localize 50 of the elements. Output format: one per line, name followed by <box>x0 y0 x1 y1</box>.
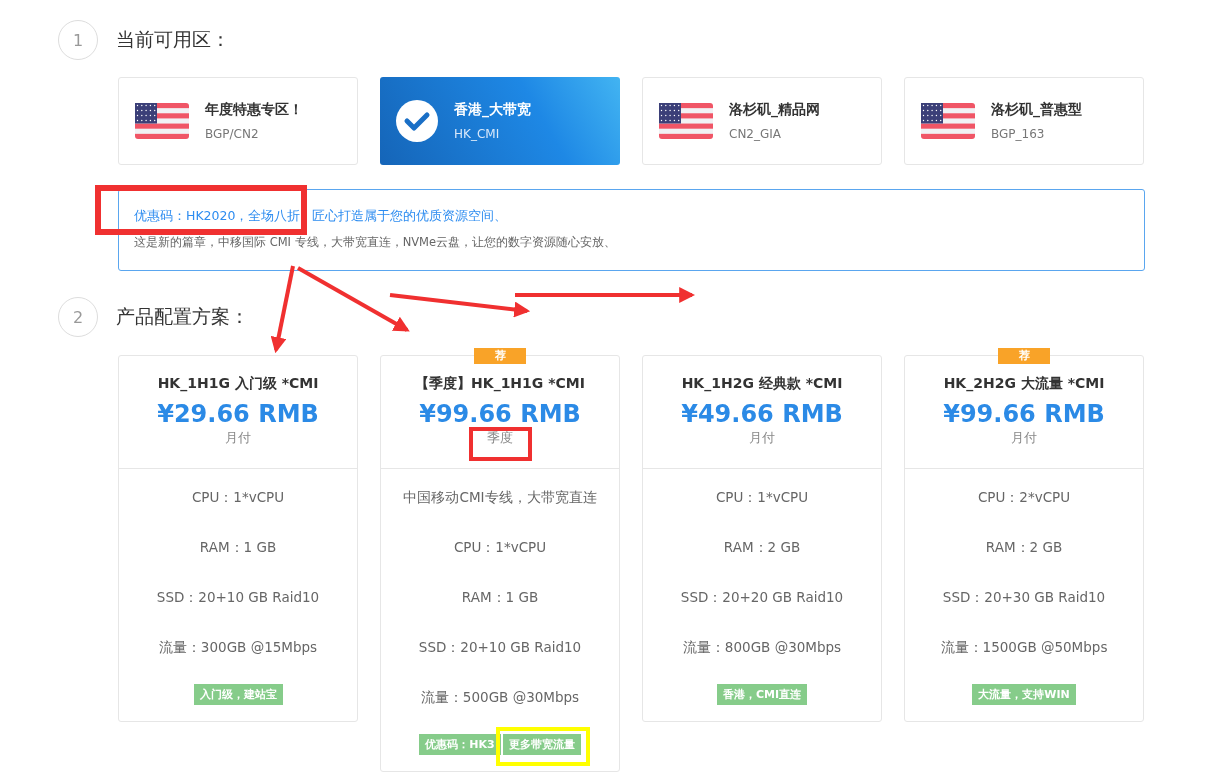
spec-text: 流量：300GB @15Mbps <box>158 638 318 657</box>
spec-text: 流量：500GB @30Mbps <box>420 688 580 707</box>
recommend-badge: 荐 <box>998 348 1050 364</box>
description-text: 这是新的篇章，中移国际 CMI 专线，大带宽直连，NVMe云盘，让您的数字资源随心安放、 <box>134 235 618 250</box>
spec-text: RAM：2 GB <box>985 538 1063 557</box>
spec-text: SSD：20+10 GB Raid10 <box>418 638 582 657</box>
plan-title: HK_2H2G 大流量 *CMI <box>943 375 1105 393</box>
zone-option[interactable]: 洛杉矶_精品网 CN2_GIA <box>642 77 882 165</box>
slogan-text: 匠心打造属于您的优质资源空间、 <box>312 208 508 225</box>
plan-price: ¥99.66 RMB <box>419 400 581 428</box>
zone-option[interactable]: 年度特惠专区！ BGP/CN2 <box>118 77 358 165</box>
feature-tag: 大流量，支持WIN <box>972 684 1076 705</box>
us-flag-icon <box>921 103 975 139</box>
section-title: 当前可用区： <box>116 27 230 52</box>
spec-text: CPU：2*vCPU <box>977 488 1071 507</box>
feature-tag: 入门级，建站宝 <box>193 684 283 705</box>
promo-text: 优惠码：HK2020，全场八折 <box>134 208 301 225</box>
section-title: 产品配置方案： <box>116 304 249 329</box>
billing-period: 季度 <box>487 429 513 447</box>
us-flag-icon <box>659 103 713 139</box>
spec-text: 流量：800GB @30Mbps <box>682 638 842 657</box>
spec-text: CPU：1*vCPU <box>715 488 809 507</box>
spec-text: RAM：1 GB <box>461 588 539 607</box>
spec-text: SSD：20+30 GB Raid10 <box>942 588 1106 607</box>
spec-text: 流量：1500GB @50Mbps <box>940 638 1108 657</box>
zone-option[interactable]: 洛杉矶_普惠型 BGP_163 <box>904 77 1144 165</box>
spec-text: SSD：20+10 GB Raid10 <box>156 588 320 607</box>
us-flag-icon <box>135 103 189 139</box>
feature-tag: 香港，CMI直连 <box>716 684 808 705</box>
feature-tag: 优惠码：HK3 <box>419 734 501 755</box>
billing-period: 月付 <box>1011 429 1037 447</box>
plan-price: ¥29.66 RMB <box>157 400 319 428</box>
check-icon <box>396 100 438 142</box>
recommend-badge: 荐 <box>474 348 526 364</box>
plan-price: ¥49.66 RMB <box>681 400 843 428</box>
plan-title: HK_1H2G 经典款 *CMI <box>681 375 843 393</box>
spec-text: RAM：1 GB <box>199 538 277 557</box>
billing-period: 月付 <box>749 429 775 447</box>
spec-text: CPU：1*vCPU <box>191 488 285 507</box>
feature-tag: 更多带宽流量 <box>502 734 581 755</box>
plan-title: 【季度】HK_1H1G *CMI <box>415 375 585 393</box>
plan-price: ¥99.66 RMB <box>943 400 1105 428</box>
spec-text: CPU：1*vCPU <box>453 538 547 557</box>
billing-period: 月付 <box>225 429 251 447</box>
spec-text: SSD：20+20 GB Raid10 <box>680 588 844 607</box>
spec-text: RAM：2 GB <box>723 538 801 557</box>
zone-option[interactable]: 香港_大带宽 HK_CMI <box>380 77 620 165</box>
plan-title: HK_1H1G 入门级 *CMI <box>157 375 319 393</box>
annotation-box <box>469 427 532 461</box>
spec-text: 中国移动CMI专线，大带宽直连 <box>403 488 597 507</box>
